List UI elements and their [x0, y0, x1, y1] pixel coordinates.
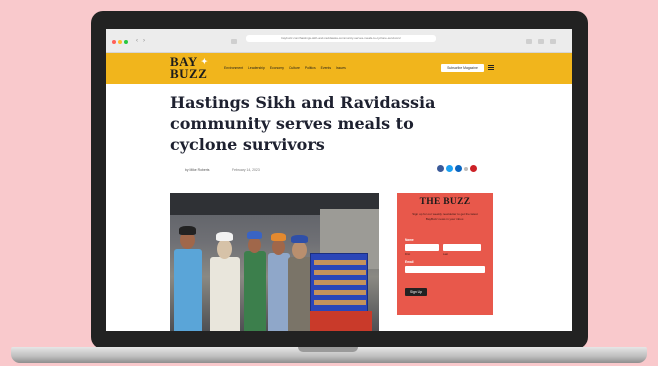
- tray: [314, 300, 366, 305]
- share-bar: [437, 165, 477, 172]
- laptop-screen: ‹ › baybuzz.com/hastings-sikh-and-ravida…: [106, 29, 572, 331]
- facebook-share-icon[interactable]: [437, 165, 444, 172]
- tray: [314, 280, 366, 285]
- nav-item[interactable]: Leadership: [248, 66, 265, 70]
- last-name-hint: Last: [443, 253, 448, 256]
- laptop-notch: [298, 347, 358, 352]
- first-name-input[interactable]: [405, 244, 439, 251]
- article-date: February 14, 2023: [232, 168, 260, 172]
- tray: [314, 270, 366, 275]
- main-nav: Environment Leadership Economy Culture P…: [224, 66, 346, 70]
- widget-title: THE BUZZ: [419, 197, 471, 207]
- tray: [314, 260, 366, 265]
- article-author[interactable]: by Mike Roberts: [185, 168, 210, 172]
- turban: [247, 231, 262, 239]
- forward-arrow-icon[interactable]: ›: [143, 38, 145, 44]
- person: [288, 257, 312, 331]
- article-photo: [170, 193, 379, 331]
- site-logo[interactable]: BAY BUZZ ✦: [170, 55, 209, 81]
- tabs-overview-icon[interactable]: [538, 39, 544, 44]
- article-title: Hastings Sikh and Ravidassia community s…: [170, 93, 436, 154]
- nav-item[interactable]: Environment: [224, 66, 243, 70]
- turban: [271, 233, 286, 241]
- twitter-share-icon[interactable]: [446, 165, 453, 172]
- close-window-icon[interactable]: [112, 40, 116, 44]
- nav-item[interactable]: Culture: [289, 66, 300, 70]
- subscribe-button[interactable]: Subscribe Magazine: [441, 64, 484, 72]
- first-name-hint: First: [405, 253, 411, 256]
- email-input[interactable]: [405, 266, 485, 273]
- tab-icon[interactable]: [231, 39, 237, 44]
- share-page-icon[interactable]: [526, 39, 532, 44]
- browser-toolbar: ‹ › baybuzz.com/hastings-sikh-and-ravida…: [106, 29, 572, 53]
- tray: [314, 290, 366, 295]
- turban: [216, 232, 233, 241]
- red-tray-rack: [310, 311, 372, 331]
- turban: [179, 226, 196, 235]
- stage: ‹ › baybuzz.com/hastings-sikh-and-ravida…: [0, 0, 658, 366]
- person-head: [217, 239, 232, 259]
- new-tab-icon[interactable]: [550, 39, 556, 44]
- maximize-window-icon[interactable]: [124, 40, 128, 44]
- person: [210, 257, 240, 331]
- turban: [291, 235, 308, 243]
- person: [244, 251, 266, 331]
- person-head: [292, 241, 307, 259]
- person-head: [248, 237, 261, 253]
- hamburger-menu-icon[interactable]: [488, 65, 494, 70]
- pinterest-share-icon[interactable]: [470, 165, 477, 172]
- email-label: Email: [405, 260, 414, 264]
- nav-item[interactable]: Politics: [305, 66, 316, 70]
- back-arrow-icon[interactable]: ‹: [136, 38, 138, 44]
- address-bar[interactable]: baybuzz.com/hastings-sikh-and-ravidassia…: [246, 35, 436, 42]
- linkedin-share-icon[interactable]: [455, 165, 462, 172]
- nav-item[interactable]: Issues: [336, 66, 346, 70]
- nav-item[interactable]: Economy: [270, 66, 284, 70]
- site-header: BAY BUZZ ✦ Environment Leadership Econom…: [106, 53, 572, 84]
- bee-icon: ✦: [201, 57, 209, 66]
- minimize-window-icon[interactable]: [118, 40, 122, 44]
- person: [174, 249, 202, 331]
- last-name-input[interactable]: [443, 244, 481, 251]
- widget-description: Sign up for our weekly newsletter to get…: [412, 212, 478, 221]
- more-share-icon[interactable]: [464, 166, 468, 171]
- logo-line-2: BUZZ: [170, 66, 208, 81]
- person-head: [272, 239, 285, 255]
- name-label: Name: [405, 238, 414, 242]
- nav-item[interactable]: Events: [321, 66, 331, 70]
- sign-up-button[interactable]: Sign Up: [405, 288, 427, 296]
- newsletter-widget: THE BUZZ Sign up for our weekly newslett…: [397, 193, 493, 315]
- person: [268, 253, 290, 331]
